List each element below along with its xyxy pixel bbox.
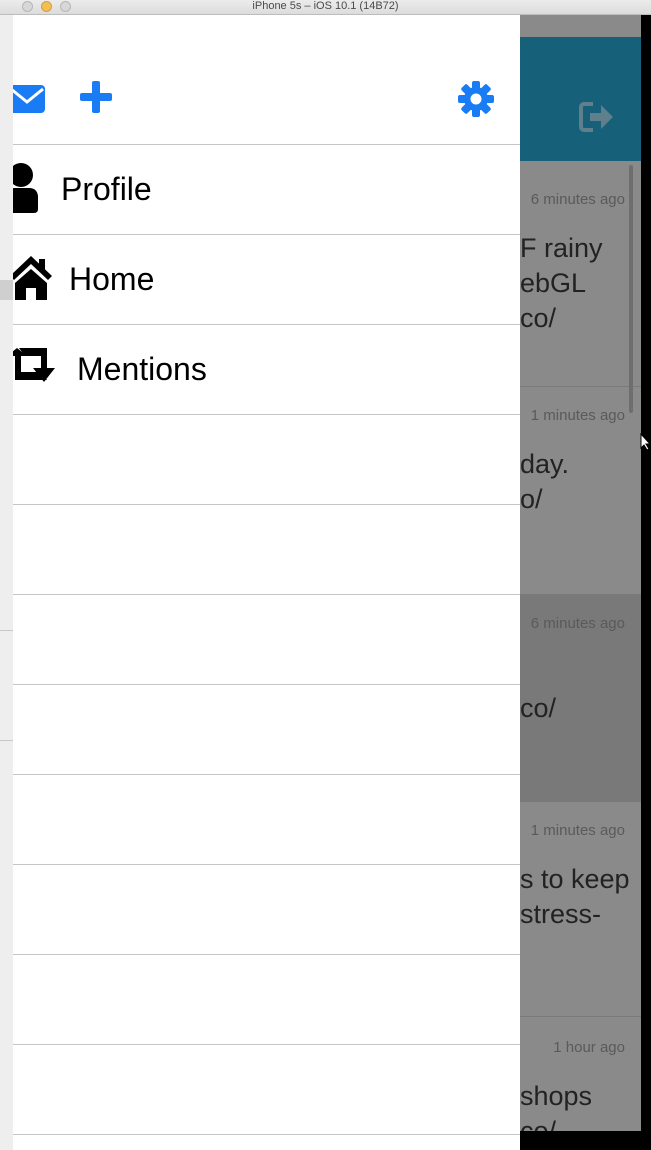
feed-item-time: 1 hour ago	[553, 1039, 625, 1056]
menu-row-empty	[13, 775, 520, 865]
background-divider	[0, 280, 13, 300]
feed-item[interactable]: 1 hour ago shops co/	[520, 1017, 641, 1131]
feed-item-text: day. o/	[520, 449, 570, 514]
drawer-toolbar	[13, 15, 520, 145]
side-drawer: Profile Home Mentions	[13, 15, 520, 1150]
feed-item[interactable]: 1 minutes ago day. o/	[520, 387, 641, 595]
feed-scrollbar[interactable]	[629, 165, 633, 413]
envelope-icon[interactable]	[13, 83, 45, 115]
user-icon	[13, 163, 38, 213]
window-titlebar: iPhone 5s – iOS 10.1 (14B72)	[0, 0, 651, 15]
feed-item[interactable]: 6 minutes ago F rainy ebGL co/	[520, 161, 641, 387]
plus-icon[interactable]	[80, 81, 112, 113]
retweet-icon	[13, 348, 55, 382]
background-desktop	[0, 15, 13, 1150]
gear-icon[interactable]	[458, 81, 494, 117]
feed-item-time: 6 minutes ago	[530, 191, 625, 208]
menu-row-empty	[13, 505, 520, 595]
menu-row-empty	[13, 595, 520, 685]
menu-row-empty	[13, 415, 520, 505]
feed-header	[520, 37, 641, 161]
logout-icon[interactable]	[579, 101, 615, 133]
menu-item-label: Mentions	[77, 351, 207, 387]
window-title: iPhone 5s – iOS 10.1 (14B72)	[252, 0, 399, 12]
home-icon	[13, 256, 52, 300]
menu-row-empty	[13, 1045, 520, 1135]
menu-item-profile[interactable]: Profile	[13, 145, 520, 235]
feed-item-time: 1 minutes ago	[530, 822, 625, 839]
feed-item-text: s to keep stress-	[520, 864, 630, 929]
feed-item-text: co/	[520, 693, 557, 723]
background-divider	[0, 740, 13, 741]
menu-row-empty	[13, 865, 520, 955]
feed-item-text: F rainy ebGL co/	[520, 233, 603, 333]
menu-row-empty	[13, 685, 520, 775]
feed-item-text: shops co/	[520, 1081, 593, 1131]
menu-item-label: Profile	[61, 171, 152, 207]
menu-item-mentions[interactable]: Mentions	[13, 325, 520, 415]
feed-item-time: 1 minutes ago	[530, 407, 625, 424]
menu-item-home[interactable]: Home	[13, 235, 520, 325]
feed-item[interactable]: 1 minutes ago s to keep stress-	[520, 802, 641, 1017]
mouse-cursor-icon	[640, 433, 651, 451]
menu-item-label: Home	[69, 261, 155, 297]
feed-item-time: 6 minutes ago	[530, 615, 625, 632]
feed-item[interactable]: 6 minutes ago co/	[520, 595, 641, 802]
menu-row-empty	[13, 955, 520, 1045]
background-divider	[0, 630, 13, 631]
